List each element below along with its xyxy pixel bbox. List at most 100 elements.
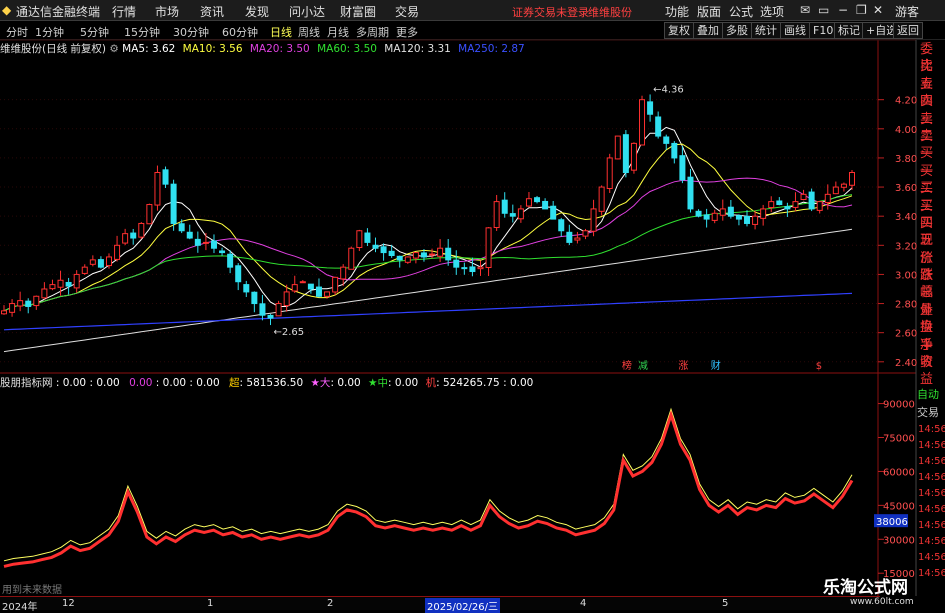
candle-body <box>445 247 452 261</box>
time-tick-label: 14:56 <box>918 440 945 451</box>
quote-panel-label: 买三 <box>920 181 934 214</box>
sub-tick-label: 30000 <box>883 535 915 546</box>
candle-body <box>663 136 670 144</box>
time-axis-label: 1 <box>207 598 214 609</box>
high-price-label: ←4.36 <box>653 84 684 95</box>
candle-body <box>808 191 815 210</box>
time-axis-label: 4 <box>580 598 587 609</box>
candle-body <box>509 213 516 217</box>
candle-body <box>558 219 565 232</box>
candle-body <box>566 231 573 243</box>
candle-body <box>243 284 250 293</box>
candle-body <box>703 214 710 220</box>
candle-body <box>122 233 129 244</box>
candle-body <box>1 310 7 315</box>
candle-body <box>340 266 347 280</box>
candle-body <box>792 201 799 208</box>
candle-body <box>130 232 137 239</box>
candle-body <box>162 169 169 185</box>
candle-body <box>760 208 767 219</box>
main-tick-label: 4.20 <box>895 96 917 107</box>
auto-trade-panel: 自动 交易 <box>917 386 945 426</box>
candle-body <box>33 295 40 307</box>
main-tick-label: 4.00 <box>895 125 917 136</box>
candle-body <box>840 183 847 188</box>
candle-body <box>639 99 646 146</box>
candle-body <box>17 300 24 307</box>
event-badge: 财 <box>711 359 721 372</box>
candle-body <box>299 281 306 284</box>
candle-body <box>227 253 234 268</box>
ji-line <box>3 407 853 562</box>
candle-body <box>534 197 541 203</box>
time-axis: 2024年 12 1 2 2025/02/26/三 4 5 <box>0 596 880 613</box>
candle-body <box>816 201 823 211</box>
candle-body <box>81 266 88 274</box>
sub-tick-label: 90000 <box>883 400 915 411</box>
candle-body <box>776 200 783 206</box>
candle-body <box>735 215 742 220</box>
candle-body <box>630 142 637 171</box>
candle-body <box>356 230 363 248</box>
candle-body <box>49 284 56 290</box>
quote-panel-label: 收益 <box>920 355 934 388</box>
candle-body <box>154 171 161 206</box>
event-badge: 榜 <box>622 359 632 372</box>
quote-panel-label: 涨跌 <box>920 250 934 284</box>
quote-panel-label: 净资 <box>920 337 934 371</box>
auto-label[interactable]: 自动 <box>917 386 945 404</box>
future-data-notice: 用到未来数据 <box>2 585 62 596</box>
candle-body <box>832 186 839 195</box>
candle-body <box>348 247 355 270</box>
candle-body <box>267 314 274 319</box>
candle-body <box>291 284 298 292</box>
quote-panel-label: 卖二 <box>920 111 934 144</box>
candle-body <box>412 252 419 259</box>
quote-panel-label: 总量 <box>920 285 934 318</box>
sub-tick-label: 45000 <box>883 501 915 512</box>
chao-line <box>3 410 854 568</box>
main-tick-label: 2.60 <box>895 329 917 340</box>
candle-body <box>219 250 226 254</box>
quote-side-panel: 委比 卖五 卖四 卖三 卖二 卖一 买一 买二 买三 买四 买五 现价 涨跌 涨幅 总量 外盘 换手 净资 收益 <box>917 41 945 388</box>
quote-panel-label: 买五 <box>920 215 934 249</box>
candle-body <box>97 259 104 268</box>
quote-panel-label: 买一 <box>920 146 934 179</box>
candle-body <box>752 215 759 225</box>
candle-body <box>396 255 403 261</box>
candle-body <box>744 215 751 224</box>
candle-body <box>679 155 686 181</box>
quote-panel-label: 买四 <box>920 198 934 231</box>
candle-body <box>73 273 80 289</box>
candle-body <box>437 247 444 257</box>
candle-body <box>485 227 492 269</box>
candle-body <box>550 205 557 220</box>
candle-body <box>178 223 185 232</box>
main-tick-label: 3.20 <box>895 241 917 252</box>
quote-panel-label: 卖三 <box>920 94 934 127</box>
candle-body <box>453 259 460 268</box>
event-badge: 涨 <box>678 360 688 372</box>
quote-panel-label: 外盘 <box>920 302 934 336</box>
candle-body <box>687 176 694 210</box>
time-tick-label: 14:56 <box>918 488 945 499</box>
low-price-label: ←2.65 <box>274 327 305 338</box>
candle-body <box>388 250 395 257</box>
candle-body <box>202 241 209 244</box>
sub-tick-label: 75000 <box>883 434 915 445</box>
candle-body <box>849 171 855 186</box>
candle-body <box>275 303 282 317</box>
candle-body <box>461 267 468 270</box>
candle-body <box>606 157 613 190</box>
candle-body <box>784 206 791 210</box>
candle-body <box>210 240 217 249</box>
trade-label[interactable]: 交易 <box>917 404 945 422</box>
main-tick-label: 3.00 <box>895 270 917 281</box>
candle-body <box>719 208 726 216</box>
kline-chart[interactable]: 2.40 2.60 2.80 3.00 3.20 3.40 3.60 3.80 4.00 4.20… <box>0 0 945 609</box>
quote-panel-label: 委比 <box>920 42 934 75</box>
main-tick-label: 3.60 <box>895 183 917 194</box>
candle-body <box>768 201 775 208</box>
candle-body <box>671 142 678 159</box>
time-tick-label: 14:56 <box>918 552 945 563</box>
